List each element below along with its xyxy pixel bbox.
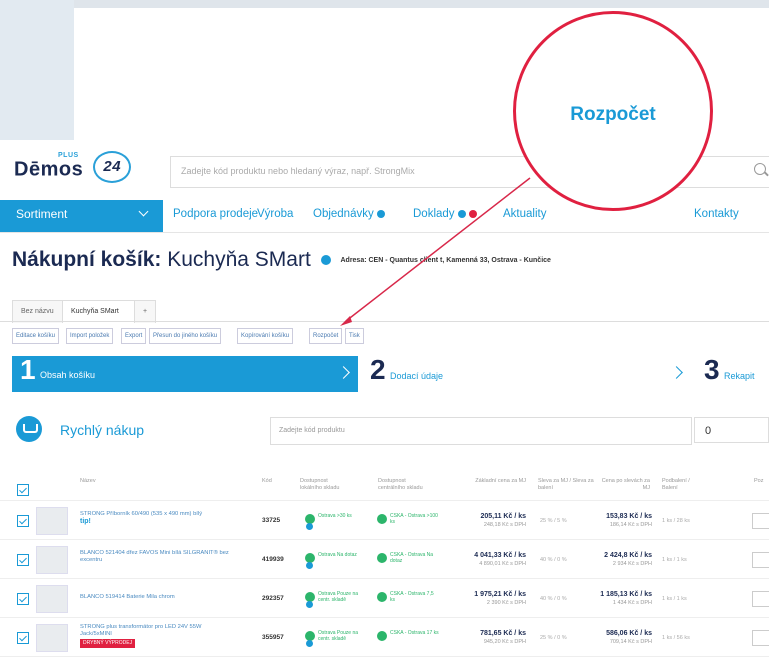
budget-callout: Rozpočet [513, 11, 713, 211]
callout-label: Rozpočet [570, 104, 656, 125]
